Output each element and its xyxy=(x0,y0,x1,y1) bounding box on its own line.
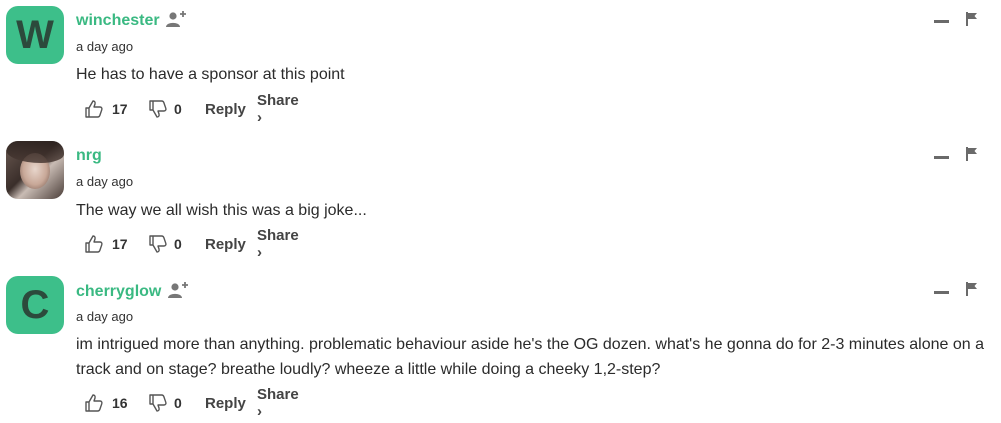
timestamp: a day ago xyxy=(76,309,134,324)
comment-text: im intrigued more than anything. problem… xyxy=(76,336,984,378)
timestamp: a day ago xyxy=(76,174,134,189)
follow-user-icon[interactable] xyxy=(167,281,189,299)
like-button[interactable]: 17 xyxy=(84,234,128,254)
collapse-button[interactable] xyxy=(934,291,949,294)
dislike-count: 0 xyxy=(174,395,182,411)
like-button[interactable]: 17 xyxy=(84,99,128,119)
follow-user-icon[interactable] xyxy=(165,10,187,28)
flag-icon[interactable] xyxy=(966,12,978,26)
like-button[interactable]: 16 xyxy=(84,393,128,413)
dislike-button[interactable]: 0 xyxy=(148,393,182,413)
like-count: 17 xyxy=(112,101,128,117)
reply-button[interactable]: Reply xyxy=(205,234,246,254)
thumbs-up-icon xyxy=(85,394,103,412)
dislike-button[interactable]: 0 xyxy=(148,234,182,254)
share-button[interactable]: Share › xyxy=(257,386,299,420)
avatar-photo-hair xyxy=(6,141,64,163)
thumbs-up-icon xyxy=(85,100,103,118)
thumbs-down-icon xyxy=(149,100,167,118)
username[interactable]: winchester xyxy=(76,12,160,30)
thumbs-down-icon xyxy=(149,235,167,253)
dislike-count: 0 xyxy=(174,101,182,117)
collapse-button[interactable] xyxy=(934,156,949,159)
dislike-count: 0 xyxy=(174,236,182,252)
avatar-letter: C xyxy=(20,282,50,327)
dislike-button[interactable]: 0 xyxy=(148,99,182,119)
collapse-button[interactable] xyxy=(934,20,949,23)
username[interactable]: nrg xyxy=(76,147,102,165)
avatar[interactable]: W xyxy=(6,6,64,64)
share-button[interactable]: Share › xyxy=(257,227,299,261)
like-count: 17 xyxy=(112,236,128,252)
like-count: 16 xyxy=(112,395,128,411)
thumbs-down-icon xyxy=(149,394,167,412)
avatar-letter: W xyxy=(16,12,54,57)
thumbs-up-icon xyxy=(85,235,103,253)
avatar[interactable]: C xyxy=(6,276,64,334)
reply-button[interactable]: Reply xyxy=(205,99,246,119)
comment-text: The way we all wish this was a big joke.… xyxy=(76,202,367,219)
share-button[interactable]: Share › xyxy=(257,92,299,126)
username[interactable]: cherryglow xyxy=(76,283,161,301)
comment-text: He has to have a sponsor at this point xyxy=(76,66,345,83)
avatar[interactable] xyxy=(6,141,64,199)
reply-button[interactable]: Reply xyxy=(205,393,246,413)
flag-icon[interactable] xyxy=(966,282,978,296)
timestamp: a day ago xyxy=(76,39,134,54)
flag-icon[interactable] xyxy=(966,147,978,161)
